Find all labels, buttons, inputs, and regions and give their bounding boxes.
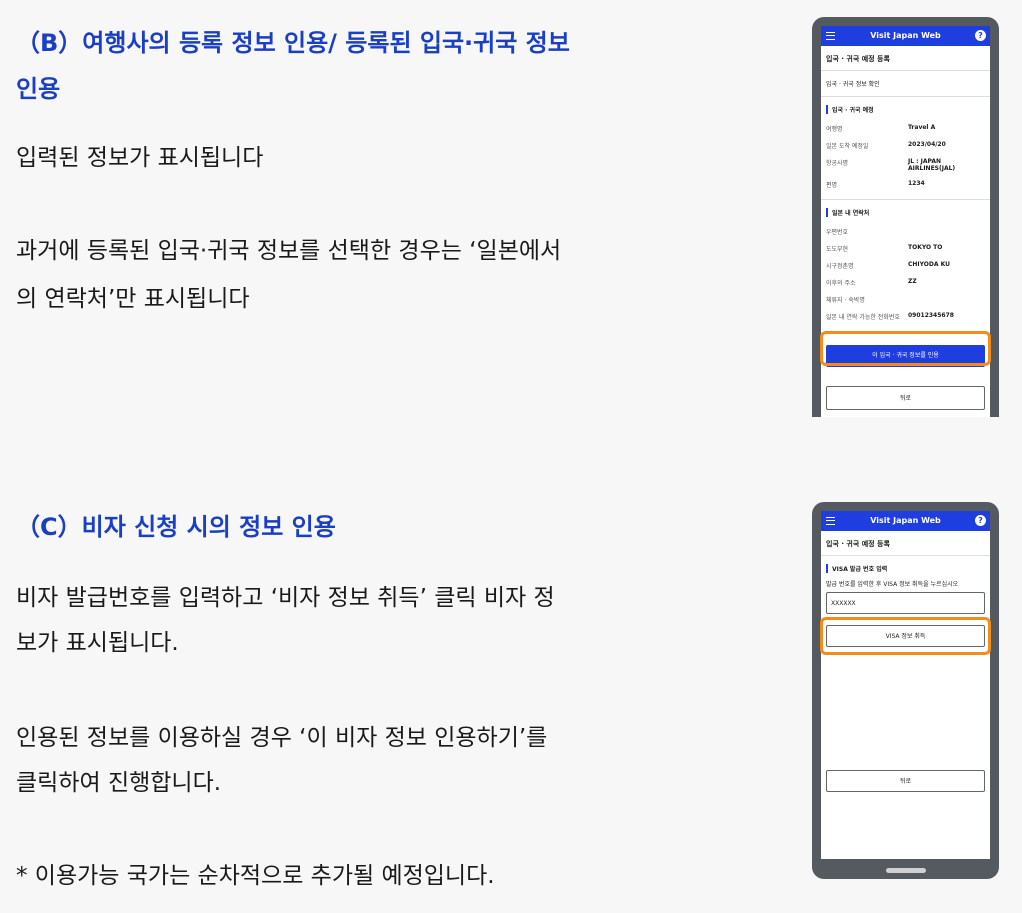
block-heading-entry: 입국 · 귀국 예정: [826, 105, 985, 114]
info-label: 도도부현: [826, 246, 849, 253]
info-value: 1234: [908, 180, 925, 187]
info-row: 항공사명 JL : JAPAN AIRLINES(JAL): [821, 154, 990, 176]
info-label: 우편번호: [826, 229, 849, 236]
section-b-title-line1: （B）여행사의 등록 정보 인용/ 등록된 입국·귀국 정보: [16, 29, 570, 57]
info-value: ZZ: [908, 278, 917, 285]
info-row: 도도부현 TOKYO TO: [821, 240, 990, 257]
section-b-title-line2: 인용: [16, 75, 61, 103]
phone2-screen: Visit Japan Web ? 입국 · 귀국 예정 등록 VISA 발급 …: [821, 511, 990, 859]
hamburger-icon[interactable]: [826, 517, 835, 525]
info-value: Travel A: [908, 124, 936, 131]
highlight-frame: [820, 617, 991, 655]
info-label: 일본 도착 예정일: [826, 143, 869, 150]
info-label: 항공사명: [826, 160, 849, 167]
screen-title: 입국 · 귀국 예정 등록: [821, 531, 990, 556]
info-value: [908, 295, 985, 304]
block-heading-contact: 일본 내 연락처: [826, 208, 985, 217]
section-b-para2-line1: 과거에 등록된 입국·귀국 정보를 선택한 경우는 ‘일본에서: [16, 238, 562, 264]
home-indicator: [885, 868, 926, 873]
info-label: 일본 내 연락 가능한 전화번호: [826, 314, 900, 321]
info-label: 편명: [826, 182, 838, 189]
info-label: 이후의 주소: [826, 280, 856, 287]
info-value: [908, 227, 985, 236]
highlight-frame: [820, 331, 991, 366]
info-value: CHIYODA KU: [908, 261, 951, 268]
section-c-para2-line2: 클릭하여 진행합니다.: [16, 770, 222, 796]
phone-mockup-2: Visit Japan Web ? 입국 · 귀국 예정 등록 VISA 발급 …: [812, 502, 999, 879]
help-icon[interactable]: ?: [975, 30, 986, 41]
screen-subtitle: 입국 · 귀국 정보 확인: [821, 71, 990, 97]
block-heading-visa: VISA 발급 번호 입력: [826, 564, 985, 573]
info-row: 우편번호: [821, 223, 990, 240]
help-icon[interactable]: ?: [975, 515, 986, 526]
info-row: 일본 내 연락 가능한 전화번호 09012345678: [821, 308, 990, 325]
visa-number-input[interactable]: XXXXXX: [826, 592, 985, 614]
app-header: Visit Japan Web ?: [821, 26, 990, 46]
info-row: 이후의 주소 ZZ: [821, 274, 990, 291]
screen-title: 입국 · 귀국 예정 등록: [821, 46, 990, 71]
info-label: 체류지 · 숙박명: [826, 297, 865, 304]
section-c-para1-line1: 비자 발급번호를 입력하고 ‘비자 정보 취득’ 클릭 비자 정: [16, 585, 555, 611]
section-c-note: * 이용가능 국가는 순차적으로 추가될 예정입니다.: [16, 863, 495, 889]
app-title: Visit Japan Web: [870, 516, 941, 525]
app-header: Visit Japan Web ?: [821, 511, 990, 531]
info-row: 체류지 · 숙박명: [821, 291, 990, 308]
info-value: JL : JAPAN AIRLINES(JAL): [908, 158, 956, 172]
hamburger-icon[interactable]: [826, 32, 835, 40]
section-c-para1-line2: 보가 표시됩니다.: [16, 630, 179, 656]
info-row: 시구정촌명 CHIYODA KU: [821, 257, 990, 274]
info-value: TOKYO TO: [908, 244, 943, 251]
info-row: 여행명 Travel A: [821, 120, 990, 137]
section-c-para2-line1: 인용된 정보를 이용하실 경우 ‘이 비자 정보 인용하기’를: [16, 725, 548, 751]
section-b-para2-line2: 의 연락처’만 표시됩니다: [16, 286, 250, 312]
info-row: 편명 1234: [821, 176, 990, 193]
info-value: 09012345678: [908, 312, 954, 319]
info-label: 여행명: [826, 126, 843, 133]
back-button[interactable]: 뒤로: [826, 386, 985, 410]
visa-instruction: 발급 번호를 입력한 후 VISA 정보 취득을 누르십시오: [826, 581, 959, 588]
info-label: 시구정촌명: [826, 263, 854, 270]
info-row: 일본 도착 예정일 2023/04/20: [821, 137, 990, 154]
app-title: Visit Japan Web: [870, 31, 941, 40]
info-value: 2023/04/20: [908, 141, 946, 148]
section-b-para1: 입력된 정보가 표시됩니다: [16, 145, 264, 171]
section-c-title: （C）비자 신청 시의 정보 인용: [16, 513, 336, 541]
back-button[interactable]: 뒤로: [826, 770, 985, 792]
